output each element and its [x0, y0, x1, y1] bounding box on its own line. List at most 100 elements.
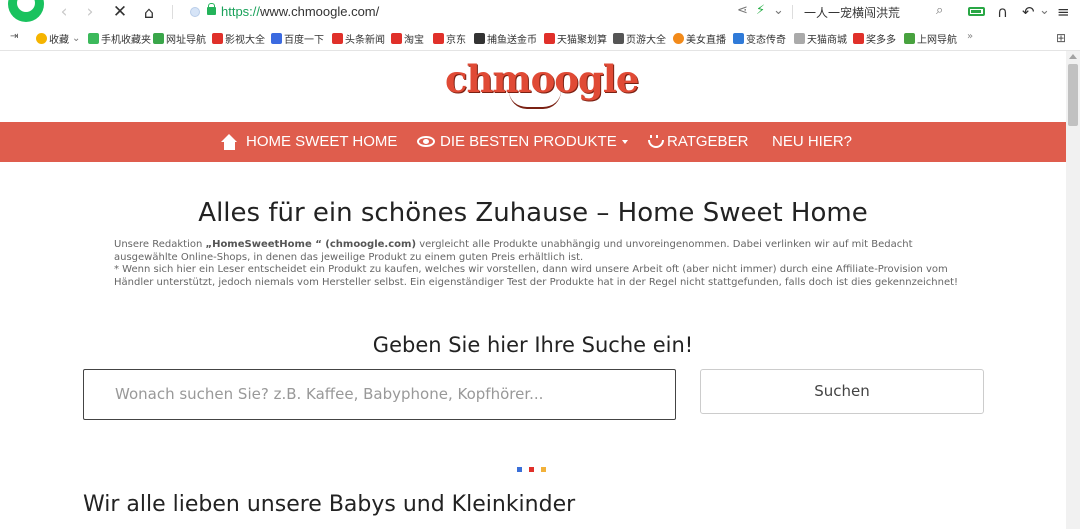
- page-scrollbar[interactable]: [1066, 51, 1080, 529]
- taobao-icon: [391, 33, 402, 44]
- bookmark-item[interactable]: 奖多多: [853, 31, 896, 46]
- bookmark-label: 手机收藏夹: [101, 35, 151, 46]
- bookmarks-bar: ⇥ 收藏 ⌄ 手机收藏夹 网址导航 影视大全 百度一下 头条新闻 淘宝 京东 捕鱼…: [0, 27, 1080, 51]
- share-icon[interactable]: ⋖: [737, 3, 748, 18]
- bookmark-label: 京东: [446, 35, 466, 46]
- prize-icon: [853, 33, 864, 44]
- bookmark-item[interactable]: 百度一下: [271, 31, 324, 46]
- url-scheme: https://: [221, 4, 261, 19]
- disclaimer-intro: Unsere Redaktion: [114, 239, 206, 250]
- game-icon: [613, 33, 624, 44]
- apps-grid-icon[interactable]: ⊞: [1056, 31, 1066, 45]
- page-title: Alles für ein schönes Zuhause – Home Swe…: [198, 198, 868, 228]
- bookmark-label: 天猫商城: [807, 35, 847, 46]
- jd-icon: [433, 33, 444, 44]
- browser-search-input[interactable]: 一人一宠横闯洪荒: [804, 4, 900, 21]
- nav-home-label: HOME SWEET HOME: [246, 133, 398, 150]
- battery-icon[interactable]: [968, 7, 985, 16]
- bookmark-label: 网址导航: [166, 35, 206, 46]
- search-input[interactable]: Wonach suchen Sie? z.B. Kaffee, Babyphon…: [83, 369, 676, 420]
- home-icon[interactable]: ⌂: [139, 2, 159, 22]
- scroll-up-icon[interactable]: [1069, 54, 1077, 59]
- check-icon: [904, 33, 915, 44]
- bookmark-item[interactable]: 手机收藏夹: [88, 31, 151, 46]
- menu-icon[interactable]: ≡: [1057, 3, 1070, 21]
- site-info-icon[interactable]: [190, 7, 200, 17]
- bookmark-label: 奖多多: [866, 35, 896, 46]
- bookmark-item[interactable]: 变态传奇: [733, 31, 786, 46]
- bookmark-item[interactable]: 上网导航: [904, 31, 957, 46]
- bookmark-label: 百度一下: [284, 35, 324, 46]
- stop-loading-icon[interactable]: ✕: [110, 2, 130, 22]
- bookmark-item[interactable]: 捕鱼送金币: [474, 31, 537, 46]
- forward-icon[interactable]: ›: [80, 2, 100, 22]
- bookmarks-more-button[interactable]: »: [967, 31, 973, 42]
- nav-home[interactable]: HOME SWEET HOME: [221, 133, 397, 150]
- disclaimer-text: Unsere Redaktion „HomeSweetHome “ (chmoo…: [114, 239, 978, 289]
- web-page: chmoogle HOME SWEET HOME DIE BESTEN PROD…: [0, 51, 1066, 529]
- bookmark-item[interactable]: 天猫商城: [794, 31, 847, 46]
- search-button[interactable]: Suchen: [700, 369, 984, 414]
- bookmark-label: 收藏: [49, 35, 69, 46]
- tmall-icon: [544, 33, 555, 44]
- sidebar-toggle-icon[interactable]: ⇥: [10, 31, 18, 42]
- secure-lock-icon[interactable]: [207, 3, 216, 15]
- eye-icon: [417, 136, 435, 147]
- bookmark-item[interactable]: 京东: [433, 31, 466, 46]
- divider-dot: [529, 467, 534, 472]
- tmall-mall-icon: [794, 33, 805, 44]
- lightning-icon[interactable]: ⚡: [756, 3, 765, 18]
- baidu-icon: [271, 33, 282, 44]
- video-icon: [212, 33, 223, 44]
- section-title: Wir alle lieben unsere Babys und Kleinki…: [83, 492, 576, 517]
- main-navbar: HOME SWEET HOME DIE BESTEN PRODUKTE RATG…: [0, 122, 1066, 162]
- live-icon: [673, 33, 684, 44]
- star-icon: [36, 33, 47, 44]
- smile-icon: [647, 134, 664, 149]
- nav-new-label: NEU HIER?: [772, 133, 853, 150]
- undo-icon[interactable]: ↶: [1022, 3, 1035, 21]
- nav-advice[interactable]: RATGEBER: [647, 133, 748, 150]
- disclaimer-brand: „HomeSweetHome “ (chmoogle.com): [205, 239, 417, 250]
- navigation-icon: [153, 33, 164, 44]
- bookmark-label: 页游大全: [626, 35, 666, 46]
- site-logo[interactable]: chmoogle: [445, 57, 639, 111]
- legend-icon: [733, 33, 744, 44]
- chevron-down-icon[interactable]: ⌄: [773, 3, 784, 18]
- nav-new[interactable]: NEU HIER?: [772, 133, 852, 150]
- headphones-icon[interactable]: ∩: [997, 3, 1008, 21]
- bookmark-item[interactable]: 收藏 ⌄: [36, 31, 80, 46]
- bookmark-label: 头条新闻: [345, 35, 385, 46]
- url-host: www.chmoogle.com/: [260, 4, 380, 19]
- disclaimer-note: * Wenn sich hier ein Leser entscheidet e…: [114, 264, 959, 288]
- toolbar-divider: [792, 5, 793, 19]
- divider-dot: [517, 467, 522, 472]
- bookmark-label: 影视大全: [225, 35, 265, 46]
- bookmark-item[interactable]: 美女直播: [673, 31, 726, 46]
- bookmark-item[interactable]: 头条新闻: [332, 31, 385, 46]
- section-divider-dots: [517, 467, 546, 472]
- search-heading: Geben Sie hier Ihre Suche ein!: [372, 333, 694, 357]
- nav-advice-label: RATGEBER: [667, 133, 749, 150]
- address-bar[interactable]: https://www.chmoogle.com/: [221, 4, 379, 19]
- undo-dropdown-icon[interactable]: ⌄: [1039, 3, 1050, 18]
- bookmark-item[interactable]: 淘宝: [391, 31, 424, 46]
- bookmark-item[interactable]: 影视大全: [212, 31, 265, 46]
- bookmark-label: 变态传奇: [746, 35, 786, 46]
- browser-logo-icon[interactable]: [8, 0, 44, 22]
- bookmark-label: 捕鱼送金币: [487, 35, 537, 46]
- scroll-thumb[interactable]: [1068, 64, 1078, 126]
- search-icon[interactable]: ⌕: [936, 3, 943, 18]
- bookmark-item[interactable]: 网址导航: [153, 31, 206, 46]
- bookmark-label: 天猫聚划算: [557, 35, 607, 46]
- bookmark-item[interactable]: 天猫聚划算: [544, 31, 607, 46]
- toolbar-divider: [172, 5, 173, 19]
- fish-icon: [474, 33, 485, 44]
- browser-toolbar: ‹ › ✕ ⌂ https://www.chmoogle.com/ ⋖ ⚡ ⌄ …: [0, 0, 1080, 25]
- bookmark-item[interactable]: 页游大全: [613, 31, 666, 46]
- bookmark-label: 淘宝: [404, 35, 424, 46]
- back-icon[interactable]: ‹: [54, 2, 74, 22]
- nav-products[interactable]: DIE BESTEN PRODUKTE: [417, 133, 628, 150]
- phone-icon: [88, 33, 99, 44]
- divider-dot: [541, 467, 546, 472]
